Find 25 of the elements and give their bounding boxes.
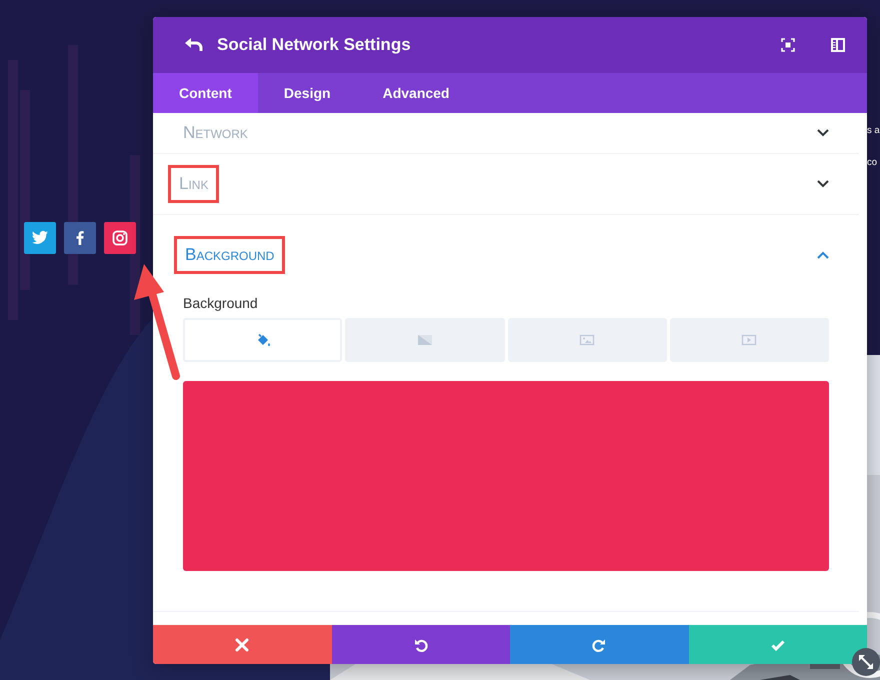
tab[interactable]: Advanced bbox=[356, 73, 476, 113]
page-text: co bbox=[867, 157, 878, 168]
gradient-icon bbox=[416, 332, 433, 348]
color-preview[interactable] bbox=[183, 381, 829, 571]
instagram-icon[interactable] bbox=[104, 222, 136, 254]
tab[interactable]: Content bbox=[153, 73, 258, 113]
page-text: s a bbox=[867, 125, 880, 136]
save-button[interactable] bbox=[688, 625, 867, 664]
undo-icon bbox=[412, 636, 429, 652]
video-icon bbox=[741, 332, 758, 348]
section-toggle[interactable]: Background bbox=[174, 236, 286, 274]
chevron-down-icon[interactable] bbox=[817, 129, 829, 137]
expand-icon[interactable] bbox=[781, 38, 795, 52]
facebook-icon[interactable] bbox=[64, 222, 96, 254]
modal-title: Social Network Settings bbox=[217, 35, 412, 55]
back-icon[interactable] bbox=[185, 37, 203, 53]
chevron-down-icon[interactable] bbox=[817, 180, 829, 188]
twitter-icon[interactable] bbox=[24, 222, 56, 254]
tab[interactable]: Design bbox=[258, 73, 357, 113]
color-tab[interactable] bbox=[183, 318, 342, 362]
image-icon bbox=[579, 332, 596, 348]
field-label: Background bbox=[183, 295, 259, 311]
chevron-up-icon[interactable] bbox=[817, 251, 829, 259]
sidebar-icon[interactable] bbox=[831, 38, 845, 52]
close-icon bbox=[234, 636, 250, 652]
